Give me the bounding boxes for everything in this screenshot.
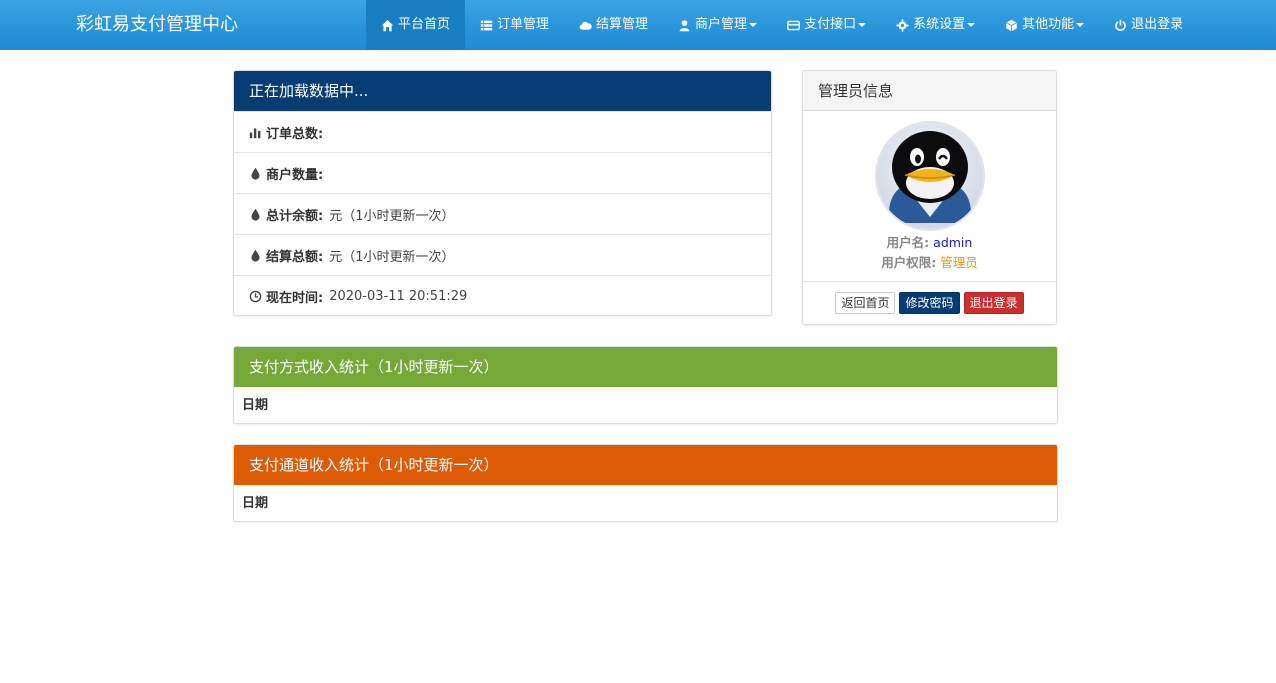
- brand-title[interactable]: 彩虹易支付管理中心: [76, 0, 238, 50]
- user-icon: [678, 19, 691, 32]
- cube-icon: [1005, 19, 1018, 32]
- nav-label: 其他功能: [1022, 17, 1075, 32]
- nav-label: 订单管理: [497, 17, 550, 32]
- nav-item-orders[interactable]: 订单管理: [465, 0, 564, 50]
- chevron-down-icon: [967, 23, 976, 27]
- stats-panel-title: 正在加载数据中...: [234, 71, 771, 111]
- nav-label: 平台首页: [398, 17, 451, 32]
- stat-row-current-time: 现在时间: 2020-03-11 20:51:29: [234, 275, 771, 315]
- stats-panel: 正在加载数据中... 订单总数: 商户数量: 总计余额: 元（1小时更新一次） …: [233, 70, 772, 316]
- change-password-button[interactable]: 修改密码: [899, 292, 960, 314]
- stat-row-order-count: 订单总数:: [234, 111, 771, 152]
- tint-icon: [249, 167, 262, 180]
- power-icon: [1114, 19, 1127, 32]
- gear-icon: [896, 18, 909, 32]
- cloud-icon: [579, 19, 592, 32]
- chevron-down-icon: [858, 23, 867, 27]
- stat-value: 2020-03-11 20:51:29: [329, 288, 468, 304]
- nav-item-home[interactable]: 平台首页: [366, 0, 466, 50]
- chevron-down-icon: [1076, 23, 1085, 27]
- role-label: 用户权限:: [881, 255, 937, 270]
- stat-label: 现在时间:: [266, 290, 324, 306]
- stat-row-merchant-count: 商户数量:: [234, 152, 771, 193]
- nav-label: 商户管理: [695, 17, 748, 32]
- credit-card-icon: [787, 19, 800, 32]
- back-home-button[interactable]: 返回首页: [835, 292, 896, 314]
- main-nav: 平台首页 订单管理 结算管理 商户管理 支付接口 系统设置 其他功能 退出登录: [366, 0, 1198, 50]
- channel-stats-date-header: 日期: [242, 496, 269, 511]
- nav-item-settlement[interactable]: 结算管理: [564, 0, 663, 50]
- stat-value: 元（1小时更新一次）: [329, 208, 455, 224]
- pay-type-stats-title: 支付方式收入统计（1小时更新一次）: [234, 347, 1057, 387]
- pay-type-stats-panel: 支付方式收入统计（1小时更新一次） 日期: [233, 346, 1058, 424]
- stat-label: 订单总数:: [266, 126, 324, 142]
- tint-icon: [249, 249, 262, 262]
- stat-label: 总计余额:: [266, 208, 324, 224]
- bar-chart-icon: [249, 126, 262, 139]
- list-icon: [480, 19, 493, 32]
- tint-icon: [249, 208, 262, 221]
- stat-row-total-balance: 总计余额: 元（1小时更新一次）: [234, 193, 771, 234]
- nav-label: 结算管理: [596, 17, 649, 32]
- stat-value: 元（1小时更新一次）: [329, 249, 455, 265]
- nav-label: 退出登录: [1131, 17, 1184, 32]
- svg-text:Q: Q: [936, 205, 947, 221]
- username-value: admin: [933, 235, 973, 250]
- channel-stats-title: 支付通道收入统计（1小时更新一次）: [234, 445, 1057, 485]
- role-line: 用户权限: 管理员: [803, 253, 1056, 273]
- admin-actions: 返回首页 修改密码 退出登录: [803, 282, 1056, 314]
- top-navbar: 彩虹易支付管理中心 平台首页 订单管理 结算管理 商户管理 支付接口 系统设置: [0, 0, 1276, 50]
- penguin-avatar-icon: Q: [876, 123, 983, 229]
- nav-item-logout[interactable]: 退出登录: [1099, 0, 1198, 50]
- pay-type-stats-date-header: 日期: [242, 398, 269, 413]
- nav-item-system-settings[interactable]: 系统设置: [881, 0, 990, 50]
- admin-info-panel: 管理员信息 Q 用户名: admin 用户权限: 管理员 返回首页 修改密码 退…: [802, 70, 1057, 325]
- logout-button[interactable]: 退出登录: [963, 292, 1024, 314]
- admin-body: Q 用户名: admin 用户权限: 管理员: [803, 111, 1056, 282]
- admin-panel-title: 管理员信息: [803, 71, 1056, 111]
- nav-item-payment-api[interactable]: 支付接口: [772, 0, 881, 50]
- home-icon: [381, 19, 394, 32]
- username-label: 用户名:: [886, 235, 930, 250]
- role-value: 管理员: [940, 255, 978, 270]
- stat-row-settlement-total: 结算总额: 元（1小时更新一次）: [234, 234, 771, 275]
- channel-stats-panel: 支付通道收入统计（1小时更新一次） 日期: [233, 444, 1058, 522]
- avatar: Q: [874, 121, 985, 231]
- username-line: 用户名: admin: [803, 233, 1056, 253]
- chevron-down-icon: [749, 23, 758, 27]
- nav-item-merchants[interactable]: 商户管理: [663, 0, 772, 50]
- nav-item-other[interactable]: 其他功能: [990, 0, 1099, 50]
- nav-label: 支付接口: [804, 17, 857, 32]
- clock-icon: [249, 290, 262, 303]
- stat-label: 商户数量:: [266, 167, 324, 183]
- nav-label: 系统设置: [913, 17, 966, 32]
- stat-label: 结算总额:: [266, 249, 324, 265]
